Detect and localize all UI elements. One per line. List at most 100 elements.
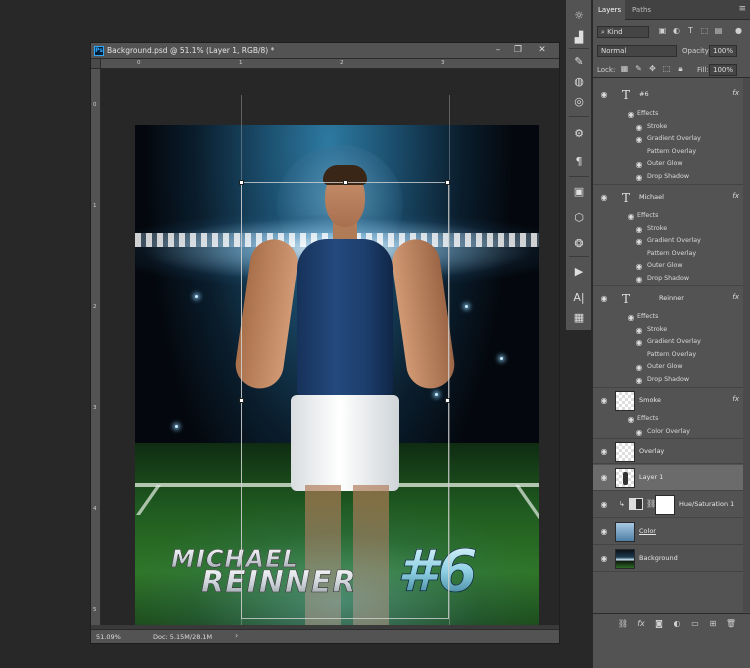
fx-icon[interactable]: fx (732, 89, 739, 97)
panel-menu-icon[interactable]: ≡ (738, 4, 746, 14)
visibility-eye-icon[interactable]: ◉ (599, 527, 609, 537)
effect-row[interactable]: ◉ Gradient Overlay (593, 235, 743, 248)
visibility-eye-icon[interactable]: ◉ (634, 135, 644, 145)
visibility-eye-icon[interactable]: ◉ (599, 294, 609, 304)
tab-layers[interactable]: Layers (593, 0, 625, 20)
visibility-eye-icon[interactable]: ◉ (599, 90, 609, 100)
ruler-origin[interactable] (91, 59, 101, 69)
visibility-eye-icon[interactable]: ◉ (634, 123, 644, 133)
filter-type-icon[interactable]: T (685, 25, 696, 37)
reference-point-icon[interactable]: ✛ (339, 405, 347, 415)
vertical-ruler[interactable]: 0 1 2 3 4 5 (91, 69, 101, 625)
effect-row[interactable]: ◉ Color Overlay (593, 426, 743, 439)
guide-line[interactable] (449, 95, 450, 625)
effect-row[interactable]: ◉ Outer Glow (593, 260, 743, 273)
visibility-eye-icon[interactable]: ◉ (599, 396, 609, 406)
layers-scrollbar[interactable] (743, 78, 750, 612)
visibility-eye-icon[interactable]: ◉ (634, 376, 644, 386)
tab-paths[interactable]: Paths (627, 0, 656, 20)
lock-image-icon[interactable]: ✎ (633, 63, 644, 75)
visibility-eye-icon[interactable]: ◉ (634, 225, 644, 235)
filter-smart-object-icon[interactable]: ▤ (713, 25, 724, 37)
blend-mode-select[interactable]: Normal (597, 45, 677, 57)
effect-row[interactable]: ◉ Outer Glow (593, 361, 743, 374)
layer-mask-thumbnail[interactable] (655, 495, 675, 515)
fx-icon[interactable]: fx (635, 618, 647, 630)
effect-row[interactable]: ◉ Gradient Overlay (593, 336, 743, 349)
document-tab[interactable]: Ps Background.psd @ 51.1% (Layer 1, RGB/… (91, 43, 559, 59)
restore-button[interactable]: ❐ (509, 44, 527, 57)
play-actions-icon[interactable]: ▶ (569, 262, 589, 282)
free-transform-box[interactable] (239, 180, 450, 619)
mask-icon[interactable]: ◙ (653, 618, 665, 630)
visibility-eye-icon[interactable]: ◉ (599, 500, 609, 510)
filter-pixel-icon[interactable]: ▣ (657, 25, 668, 37)
fx-icon[interactable]: fx (732, 293, 739, 301)
effect-row[interactable]: ◉ Gradient Overlay (593, 133, 743, 146)
layer-row-number6[interactable]: ◉ T #6 fx (593, 82, 743, 108)
channels-icon[interactable]: ❂ (569, 234, 589, 254)
transform-handle[interactable] (239, 180, 244, 185)
transform-handle[interactable] (239, 398, 244, 403)
effects-header[interactable]: ◉ Effects (593, 413, 743, 426)
visibility-eye-icon[interactable]: ◉ (626, 212, 636, 222)
visibility-eye-icon[interactable]: ◉ (599, 447, 609, 457)
opacity-field[interactable]: 100% (709, 45, 737, 57)
visibility-eye-icon[interactable]: ◉ (599, 193, 609, 203)
transform-handle[interactable] (445, 180, 450, 185)
zoom-level[interactable]: 51.09% (96, 633, 121, 641)
effects-header[interactable]: ◉ Effects (593, 210, 743, 223)
cc-libraries-icon[interactable]: ◎ (569, 92, 589, 112)
transform-handle[interactable] (445, 398, 450, 403)
effect-row[interactable]: Pattern Overlay (593, 349, 743, 362)
effects-header[interactable]: ◉ Effects (593, 108, 743, 121)
transform-handle[interactable] (343, 180, 348, 185)
effect-row[interactable]: ◉ Stroke (593, 223, 743, 236)
canvas-area[interactable]: MICHAEL REINNER #6 ✛ (101, 69, 559, 625)
effect-row[interactable]: ◉ Drop Shadow (593, 374, 743, 387)
effects-header[interactable]: ◉ Effects (593, 311, 743, 324)
visibility-eye-icon[interactable]: ◉ (634, 262, 644, 272)
adjustment-icon[interactable]: ◐ (671, 618, 683, 630)
visibility-eye-icon[interactable]: ◉ (599, 473, 609, 483)
minimize-button[interactable]: – (489, 44, 507, 57)
visibility-eye-icon[interactable]: ◉ (626, 313, 636, 323)
visibility-eye-icon[interactable]: ◉ (634, 363, 644, 373)
visibility-eye-icon[interactable]: ◉ (634, 275, 644, 285)
visibility-eye-icon[interactable]: ◉ (634, 237, 644, 247)
adjustments-icon[interactable]: ⚙ (569, 124, 589, 144)
swatches-icon[interactable]: ◍ (569, 72, 589, 92)
layer-row-layer-1[interactable]: ◉ Layer 1 (593, 465, 743, 491)
paragraph-icon[interactable]: ¶ (569, 152, 589, 172)
visibility-eye-icon[interactable]: ◉ (626, 110, 636, 120)
link-icon[interactable]: ⛓ (617, 618, 629, 630)
layer-row-michael[interactable]: ◉ T Michael fx (593, 184, 743, 210)
visibility-eye-icon[interactable]: ◉ (634, 428, 644, 438)
close-document-button[interactable]: ✕ (533, 44, 551, 57)
visibility-eye-icon[interactable]: ◉ (634, 160, 644, 170)
lock-transparent-icon[interactable]: ▦ (619, 63, 630, 75)
visibility-eye-icon[interactable]: ◉ (634, 326, 644, 336)
visibility-eye-icon[interactable]: ◉ (599, 554, 609, 564)
effect-row[interactable]: Pattern Overlay (593, 146, 743, 159)
layer-row-smoke[interactable]: ◉ Smoke fx (593, 387, 743, 413)
artboard-icon[interactable]: ▣ (569, 182, 589, 202)
fx-icon[interactable]: fx (732, 395, 739, 403)
grid-table-icon[interactable]: ▦ (569, 308, 589, 328)
filter-toggle-icon[interactable]: ● (733, 25, 744, 37)
filter-adjustment-icon[interactable]: ◐ (671, 25, 682, 37)
3d-cube-icon[interactable]: ⬡ (569, 208, 589, 228)
histogram-icon[interactable]: ▟ (569, 28, 589, 48)
effect-row[interactable]: ◉ Drop Shadow (593, 171, 743, 184)
lock-all-icon[interactable]: 🔒︎ (675, 63, 686, 75)
effect-row[interactable]: ◉ Outer Glow (593, 158, 743, 171)
effect-row[interactable]: ◉ Stroke (593, 121, 743, 134)
effect-row[interactable]: Pattern Overlay (593, 248, 743, 261)
layer-row-hue-saturation[interactable]: ◉ ↳ ⛓ Hue/Saturation 1 (593, 492, 743, 518)
group-folder-icon[interactable]: ▭ (689, 618, 701, 630)
visibility-eye-icon[interactable]: ◉ (634, 173, 644, 183)
filter-kind-select[interactable]: ⌕ Kind (597, 26, 649, 38)
layer-row-background[interactable]: ◉ Background (593, 546, 743, 572)
fill-field[interactable]: 100% (709, 64, 737, 76)
layer-row-color[interactable]: ◉ Color (593, 519, 743, 545)
